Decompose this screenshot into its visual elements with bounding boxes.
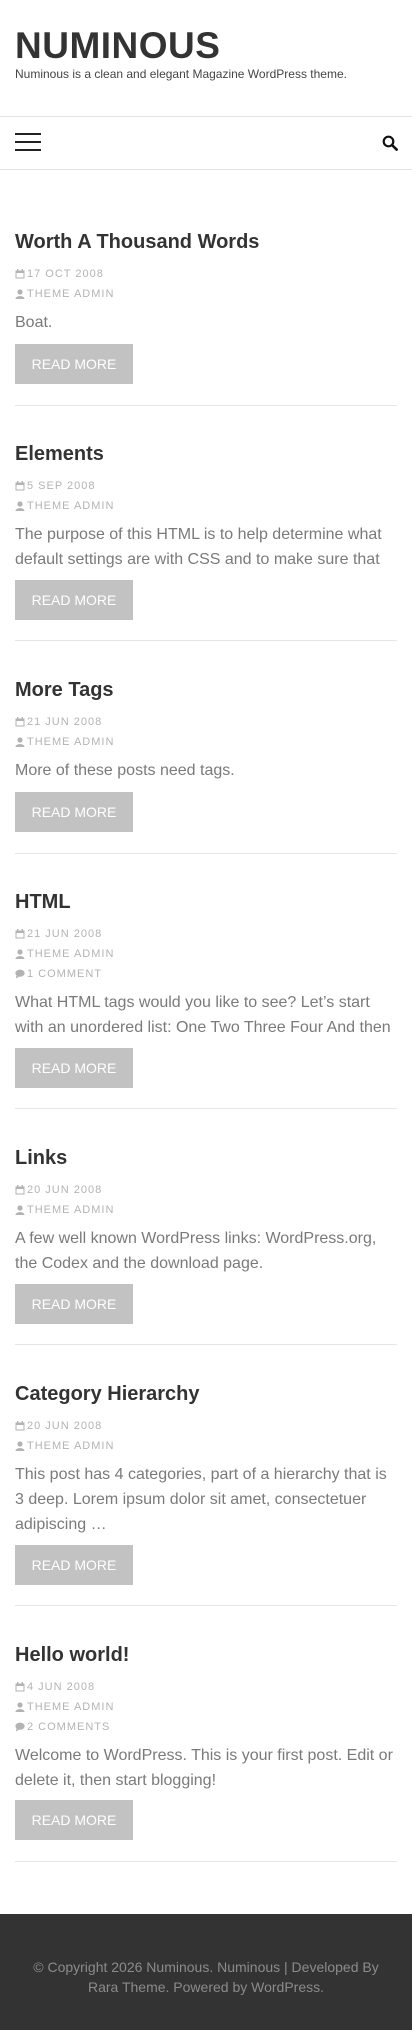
site-title[interactable]: NUMINOUS: [15, 24, 220, 68]
footer-separator: .: [209, 1959, 218, 1975]
post-title[interactable]: HTML: [15, 890, 71, 914]
post-title[interactable]: Links: [15, 1146, 67, 1170]
read-more-button[interactable]: READ MORE: [15, 1048, 133, 1088]
user-icon: [15, 501, 25, 511]
calendar-icon: [15, 1421, 25, 1431]
post-title[interactable]: Hello world!: [15, 1643, 129, 1667]
post-author: THEME ADMIN: [15, 1439, 114, 1453]
read-more-button[interactable]: READ MORE: [15, 1545, 133, 1585]
post-author: THEME ADMIN: [15, 287, 114, 301]
footer-wordpress-link[interactable]: WordPress: [251, 1979, 320, 1995]
comment-icon: [15, 969, 25, 979]
post-article: Category Hierarchy 20 JUN 2008 THEME ADM…: [15, 1382, 397, 1606]
calendar-icon: [15, 1185, 25, 1195]
footer-theme-name: Numinous: [217, 1959, 281, 1975]
footer-end: .: [320, 1979, 325, 1995]
post-author: THEME ADMIN: [15, 1203, 114, 1217]
post-date-text[interactable]: 20 JUN 2008: [27, 1420, 102, 1432]
menu-bar-line: [15, 133, 41, 135]
main-navigation: [0, 118, 412, 170]
post-author-text[interactable]: THEME ADMIN: [27, 1204, 114, 1216]
hamburger-menu-icon[interactable]: [15, 132, 41, 152]
footer-developer-link[interactable]: Rara Theme: [88, 1979, 166, 1995]
post-author-text[interactable]: THEME ADMIN: [27, 500, 114, 512]
user-icon: [15, 1441, 25, 1451]
site-footer: © Copyright 2026 Numinous. Numinous | De…: [0, 1914, 412, 2030]
site-description: Numinous is a clean and elegant Magazine…: [15, 67, 347, 81]
post-date: 4 JUN 2008: [15, 1680, 95, 1694]
site-header: NUMINOUS Numinous is a clean and elegant…: [0, 0, 412, 117]
post-comments: 1 COMMENT: [15, 967, 102, 981]
read-more-button[interactable]: READ MORE: [15, 344, 133, 384]
post-excerpt: More of these posts need tags.: [15, 762, 235, 779]
footer-copyright: © Copyright 2026 Numinous. Numinous | De…: [20, 1957, 392, 1997]
post-date-text[interactable]: 21 JUN 2008: [27, 716, 102, 728]
post-excerpt: Boat.: [15, 314, 53, 331]
post-date: 20 JUN 2008: [15, 1419, 102, 1433]
post-article: Elements 5 SEP 2008 THEME ADMIN The purp…: [15, 442, 397, 641]
post-author-text[interactable]: THEME ADMIN: [27, 736, 114, 748]
footer-site-link[interactable]: Numinous: [146, 1959, 209, 1975]
user-icon: [15, 949, 25, 959]
menu-bar-line: [15, 141, 41, 143]
post-excerpt: This post has 4 categories, part of a hi…: [15, 1466, 387, 1533]
user-icon: [15, 737, 25, 747]
post-title[interactable]: Worth A Thousand Words: [15, 230, 259, 254]
footer-developed-by: | Developed By: [280, 1959, 379, 1975]
read-more-button[interactable]: READ MORE: [15, 1800, 133, 1840]
search-icon[interactable]: [382, 135, 398, 151]
menu-bar-line: [15, 149, 41, 151]
post-date: 21 JUN 2008: [15, 715, 102, 729]
post-excerpt: Welcome to WordPress. This is your first…: [15, 1747, 393, 1789]
post-date-text[interactable]: 5 SEP 2008: [27, 480, 96, 492]
user-icon: [15, 289, 25, 299]
post-date-text[interactable]: 17 OCT 2008: [27, 268, 104, 280]
post-date-text[interactable]: 20 JUN 2008: [27, 1184, 102, 1196]
post-author: THEME ADMIN: [15, 499, 114, 513]
post-excerpt: A few well known WordPress links: WordPr…: [15, 1230, 377, 1272]
post-author-text[interactable]: THEME ADMIN: [27, 1701, 114, 1713]
post-title[interactable]: Elements: [15, 442, 104, 466]
post-title[interactable]: More Tags: [15, 678, 114, 702]
post-author-text[interactable]: THEME ADMIN: [27, 948, 114, 960]
post-date: 17 OCT 2008: [15, 267, 104, 281]
post-article: Worth A Thousand Words 17 OCT 2008 THEME…: [15, 230, 397, 406]
post-comments-text[interactable]: 1 COMMENT: [27, 968, 102, 980]
post-date: 21 JUN 2008: [15, 927, 102, 941]
user-icon: [15, 1702, 25, 1712]
post-comments-text[interactable]: 2 COMMENTS: [27, 1721, 110, 1733]
post-article: HTML 21 JUN 2008 THEME ADMIN 1 COMMENT W…: [15, 890, 397, 1109]
footer-powered-by: . Powered by: [165, 1979, 252, 1995]
post-author-text[interactable]: THEME ADMIN: [27, 288, 114, 300]
post-article: More Tags 21 JUN 2008 THEME ADMIN More o…: [15, 678, 397, 854]
calendar-icon: [15, 481, 25, 491]
post-date: 20 JUN 2008: [15, 1183, 102, 1197]
calendar-icon: [15, 717, 25, 727]
calendar-icon: [15, 1682, 25, 1692]
read-more-button[interactable]: READ MORE: [15, 580, 133, 620]
post-author: THEME ADMIN: [15, 1700, 114, 1714]
post-date: 5 SEP 2008: [15, 479, 96, 493]
read-more-button[interactable]: READ MORE: [15, 792, 133, 832]
post-author: THEME ADMIN: [15, 947, 114, 961]
user-icon: [15, 1205, 25, 1215]
post-author-text[interactable]: THEME ADMIN: [27, 1440, 114, 1452]
post-date-text[interactable]: 4 JUN 2008: [27, 1681, 95, 1693]
read-more-button[interactable]: READ MORE: [15, 1284, 133, 1324]
comment-icon: [15, 1722, 25, 1732]
post-title[interactable]: Category Hierarchy: [15, 1382, 200, 1406]
post-author: THEME ADMIN: [15, 735, 114, 749]
post-comments: 2 COMMENTS: [15, 1720, 110, 1734]
post-date-text[interactable]: 21 JUN 2008: [27, 928, 102, 940]
post-article: Hello world! 4 JUN 2008 THEME ADMIN 2 CO…: [15, 1643, 397, 1862]
post-article: Links 20 JUN 2008 THEME ADMIN A few well…: [15, 1146, 397, 1345]
copyright-text: © Copyright 2026: [33, 1959, 147, 1975]
calendar-icon: [15, 929, 25, 939]
calendar-icon: [15, 269, 25, 279]
